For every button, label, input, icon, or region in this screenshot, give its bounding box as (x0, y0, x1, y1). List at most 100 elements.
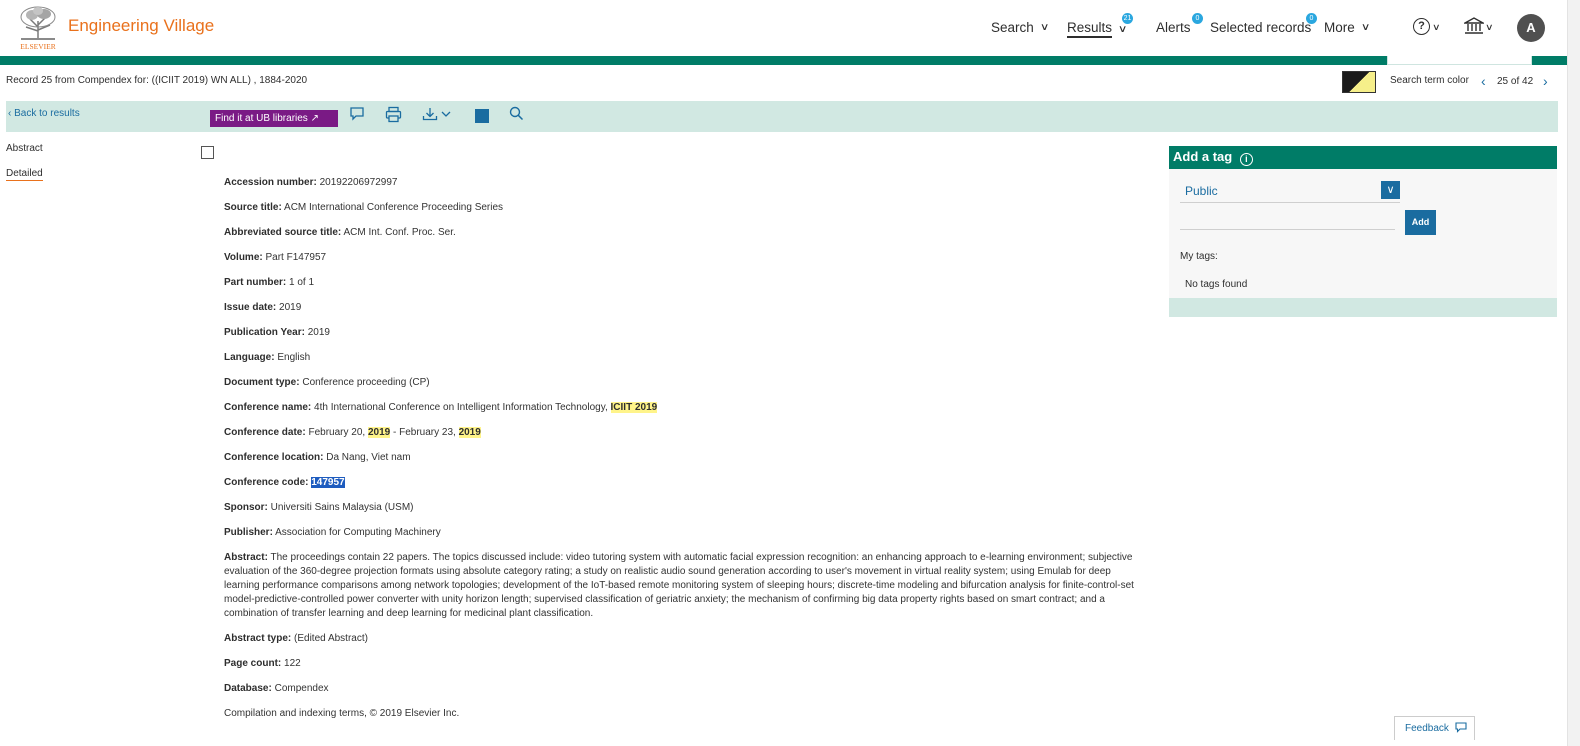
field-value: The proceedings contain 22 papers. The t… (224, 552, 1134, 619)
nav-alerts-label: Alerts (1156, 20, 1191, 35)
field-abstract-type: Abstract type: (Edited Abstract) (224, 632, 1136, 657)
info-icon[interactable]: i (1239, 153, 1253, 166)
field-conference-location: Conference location: Da Nang, Viet nam (224, 451, 1136, 476)
selected-count-badge: 0 (1306, 13, 1317, 24)
help-icon[interactable]: ? (1413, 18, 1430, 35)
field-label: Abstract type: (224, 633, 292, 644)
nav-selected-records[interactable]: Selected records 0 (1210, 13, 1317, 35)
field-value: 4th International Conference on Intellig… (311, 402, 611, 413)
field-value: 2019 (276, 302, 302, 313)
user-avatar[interactable]: A (1517, 14, 1545, 42)
view-detailed-link[interactable]: Detailed (6, 168, 43, 181)
search-term-highlight: ICIIT 2019 (610, 402, 658, 413)
field-label: Database: (224, 683, 272, 694)
field-value: 20192206972997 (316, 177, 398, 188)
selected-text[interactable]: 147957 (311, 477, 345, 488)
header-tab-placeholder (1387, 56, 1532, 65)
add-tag-button[interactable]: Add (1405, 210, 1436, 235)
field-label: Abbreviated source title: (224, 227, 342, 238)
nav-selected-records-label: Selected records (1210, 20, 1312, 35)
field-document-type: Document type: Conference proceeding (CP… (224, 376, 1136, 401)
chevron-down-icon[interactable]: ∨ (1485, 22, 1494, 33)
field-value: Da Nang, Viet nam (323, 452, 411, 463)
alerts-count-badge: 0 (1192, 13, 1203, 24)
nav-alerts[interactable]: Alerts 0 (1156, 13, 1203, 35)
search-term-color-swatch[interactable] (1342, 71, 1376, 93)
field-page-count: Page count: 122 (224, 657, 1136, 682)
field-value: 1 of 1 (286, 277, 315, 288)
chevron-down-icon: ∨ (1039, 22, 1050, 33)
view-abstract-link[interactable]: Abstract (6, 143, 43, 154)
search-term-highlight: 2019 (458, 427, 481, 438)
field-source-title: Source title: ACM International Conferen… (224, 201, 1136, 226)
field-database: Database: Compendex (224, 682, 1136, 707)
download-icon[interactable] (422, 106, 456, 123)
nav-more[interactable]: More ∨ (1324, 20, 1370, 35)
next-record-icon[interactable]: › (1543, 73, 1548, 89)
field-value: February 20, (305, 427, 368, 438)
find-it-label: Find it at UB libraries (215, 113, 308, 124)
field-conference-date: Conference date: February 20, 2019 - Feb… (224, 426, 1136, 451)
field-conference-name: Conference name: 4th International Confe… (224, 401, 1136, 426)
back-to-results-label: Back to results (14, 108, 80, 119)
field-issue-date: Issue date: 2019 (224, 301, 1136, 326)
select-record-checkbox[interactable] (201, 146, 214, 159)
field-value: 122 (281, 658, 301, 669)
institution-icon[interactable] (1464, 17, 1484, 35)
record-position-text: Record 25 from Compendex for: ((ICIIT 20… (6, 75, 308, 86)
field-label: Conference name: (224, 402, 312, 413)
feedback-button[interactable]: Feedback (1394, 716, 1475, 740)
field-abstract: Abstract: The proceedings contain 22 pap… (224, 551, 1136, 621)
my-tags-label: My tags: (1180, 251, 1218, 262)
field-conference-code: Conference code: 147957 (224, 476, 1136, 501)
nav-search[interactable]: Search ∨ (991, 20, 1050, 35)
previous-record-icon[interactable]: ‹ (1481, 73, 1486, 89)
no-tags-message: No tags found (1185, 279, 1248, 290)
field-abbreviated-source-title: Abbreviated source title: ACM Int. Conf.… (224, 226, 1136, 251)
add-tag-header: Add a tag i (1169, 146, 1557, 169)
print-icon[interactable] (385, 106, 402, 123)
tag-visibility-select[interactable]: Public ∨ (1180, 181, 1400, 203)
field-value: (Edited Abstract) (291, 633, 368, 644)
field-label: Abstract: (224, 552, 268, 563)
search-icon[interactable] (509, 106, 524, 121)
field-value: ACM International Conference Proceeding … (281, 202, 504, 213)
field-label: Part number: (224, 277, 287, 288)
record-details: Accession number: 20192206972997 Source … (224, 176, 1136, 732)
add-tag-title: Add a tag (1173, 149, 1233, 164)
results-count-badge: 21 (1122, 13, 1133, 24)
field-value: Conference proceeding (CP) (299, 377, 430, 388)
field-value: Association for Computing Machinery (272, 527, 441, 538)
field-part-number: Part number: 1 of 1 (224, 276, 1136, 301)
vertical-scrollbar[interactable] (1567, 0, 1580, 746)
find-it-at-library-button[interactable]: Find it at UB libraries ↗ (210, 110, 338, 127)
chevron-down-icon[interactable]: ∨ (1432, 22, 1441, 33)
site-title[interactable]: Engineering Village (68, 16, 214, 36)
field-value: English (274, 352, 311, 363)
field-label: Publisher: (224, 527, 273, 538)
chat-bubble-icon (1455, 722, 1467, 733)
search-term-color-label: Search term color (1390, 75, 1469, 86)
field-value: 2019 (304, 327, 330, 338)
top-header: ELSEVIER Engineering Village Search ∨ Re… (0, 0, 1580, 56)
nav-results[interactable]: Results ∨ 21 (1067, 13, 1133, 38)
comment-icon[interactable] (349, 106, 365, 122)
field-label: Publication Year: (224, 327, 305, 338)
tag-input[interactable] (1180, 210, 1395, 230)
field-value: Compendex (271, 683, 329, 694)
header-divider-bar (0, 56, 1567, 65)
save-to-folder-icon[interactable] (475, 109, 489, 123)
tag-panel-footer (1169, 298, 1557, 317)
elsevier-tree-icon: ELSEVIER (17, 6, 59, 51)
chevron-down-icon[interactable]: ∨ (1381, 181, 1400, 199)
elsevier-logo[interactable]: ELSEVIER (16, 5, 60, 51)
field-publication-year: Publication Year: 2019 (224, 326, 1136, 351)
field-label: Conference location: (224, 452, 324, 463)
nav-results-label: Results (1067, 20, 1113, 38)
field-label: Document type: (224, 377, 300, 388)
field-value: Universiti Sains Malaysia (USM) (267, 502, 414, 513)
field-label: Volume: (224, 252, 263, 263)
nav-search-label: Search (991, 20, 1034, 35)
back-to-results-link[interactable]: ‹ Back to results (8, 108, 80, 119)
field-label: Issue date: (224, 302, 277, 313)
